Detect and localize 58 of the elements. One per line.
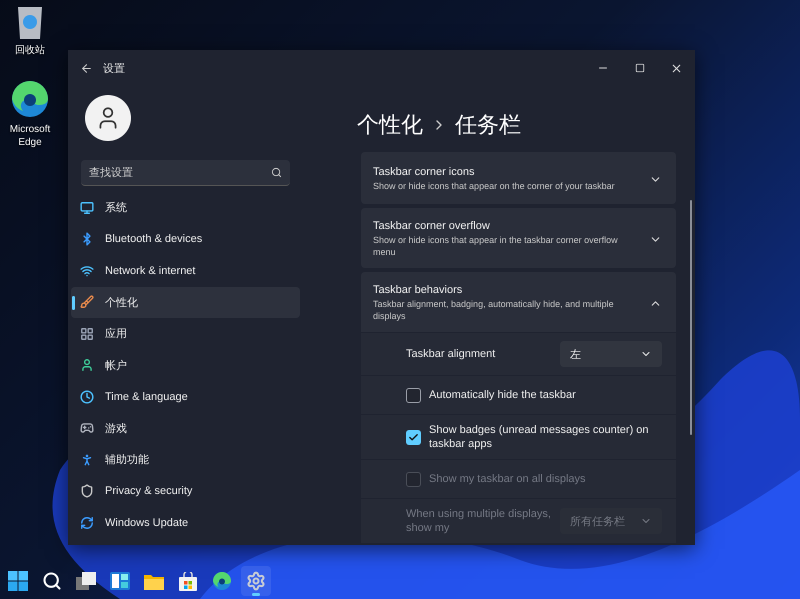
browser-icon[interactable] [212,571,232,591]
checkbox-label: Show badges (unread messages counter) on taskbar apps [429,423,650,451]
sidebar-item[interactable]: 系统 [71,192,300,224]
gear-icon[interactable] [246,571,266,591]
gaming-icon [80,421,94,436]
sidebar-item[interactable]: Network & internet [71,255,300,286]
sidebar-item[interactable]: Time & language [71,381,300,412]
shopping-bag-icon[interactable] [179,572,197,590]
sidebar-item[interactable]: Privacy & security [71,476,300,507]
accessibility-icon [80,452,94,467]
checkbox[interactable] [406,388,421,402]
search-field[interactable]: 查找设置 [81,160,290,186]
desktop-icon-label[interactable]: 回收站 [2,44,58,57]
checkbox-label: Show my taskbar on all displays [429,472,587,486]
avatar[interactable] [85,95,131,141]
active-indicator [252,593,260,596]
widgets-icon[interactable] [110,572,130,590]
task-view-icon[interactable] [76,572,96,590]
sidebar-item[interactable]: 应用 [71,318,300,350]
recycle-bin-icon [15,4,45,40]
card-title: Taskbar behaviors [373,284,464,296]
scrollbar-thumb[interactable] [690,200,692,435]
check-icon [408,432,419,442]
apps-icon [80,326,94,341]
privacy-icon [80,484,94,498]
sidebar-item[interactable]: 游戏 [71,412,300,444]
sidebar-item[interactable]: 个性化 [71,286,300,318]
breadcrumb-item: 任务栏 [455,111,521,139]
setting-label: Taskbar alignment [406,347,496,361]
sidebar-item[interactable]: 帐户 [71,350,300,381]
card-title: Taskbar corner overflow [373,220,491,232]
card-description: Show or hide icons that appear in the taskbar corner overflow menu [373,234,619,258]
system-icon [80,200,94,215]
window-title: 设置 [103,62,126,76]
search-icon[interactable] [42,571,62,591]
sidebar-item[interactable]: Bluetooth & devices [71,224,300,255]
maximize-icon [634,63,644,73]
windows-logo-icon[interactable] [8,571,28,591]
card-description: Taskbar alignment, badging, automatically hide, and multiple displays [373,298,615,322]
account-icon [80,358,94,372]
network-icon [80,264,94,278]
sidebar-item[interactable]: 辅助功能 [71,444,300,476]
setting-label: When using multiple displays, show my [406,507,552,535]
card-title: Taskbar corner icons [373,166,476,178]
back-arrow-icon[interactable] [80,62,93,74]
update-icon [80,516,94,530]
close-icon [670,62,683,74]
checkbox-label: Automatically hide the taskbar [429,388,577,402]
search-icon [271,167,282,178]
card-description: Show or hide icons that appear on the corner of your taskbar [373,180,616,192]
time-icon [80,390,94,404]
personalize-icon [80,295,94,310]
checkbox[interactable] [406,430,421,444]
breadcrumb-item: 个性化 [357,111,423,139]
sidebar-item[interactable]: Windows Update [71,507,300,538]
browser-icon [10,79,50,119]
dropdown[interactable]: 左 [560,341,662,367]
desktop-icon-label[interactable]: Microsoft Edge [2,123,58,149]
